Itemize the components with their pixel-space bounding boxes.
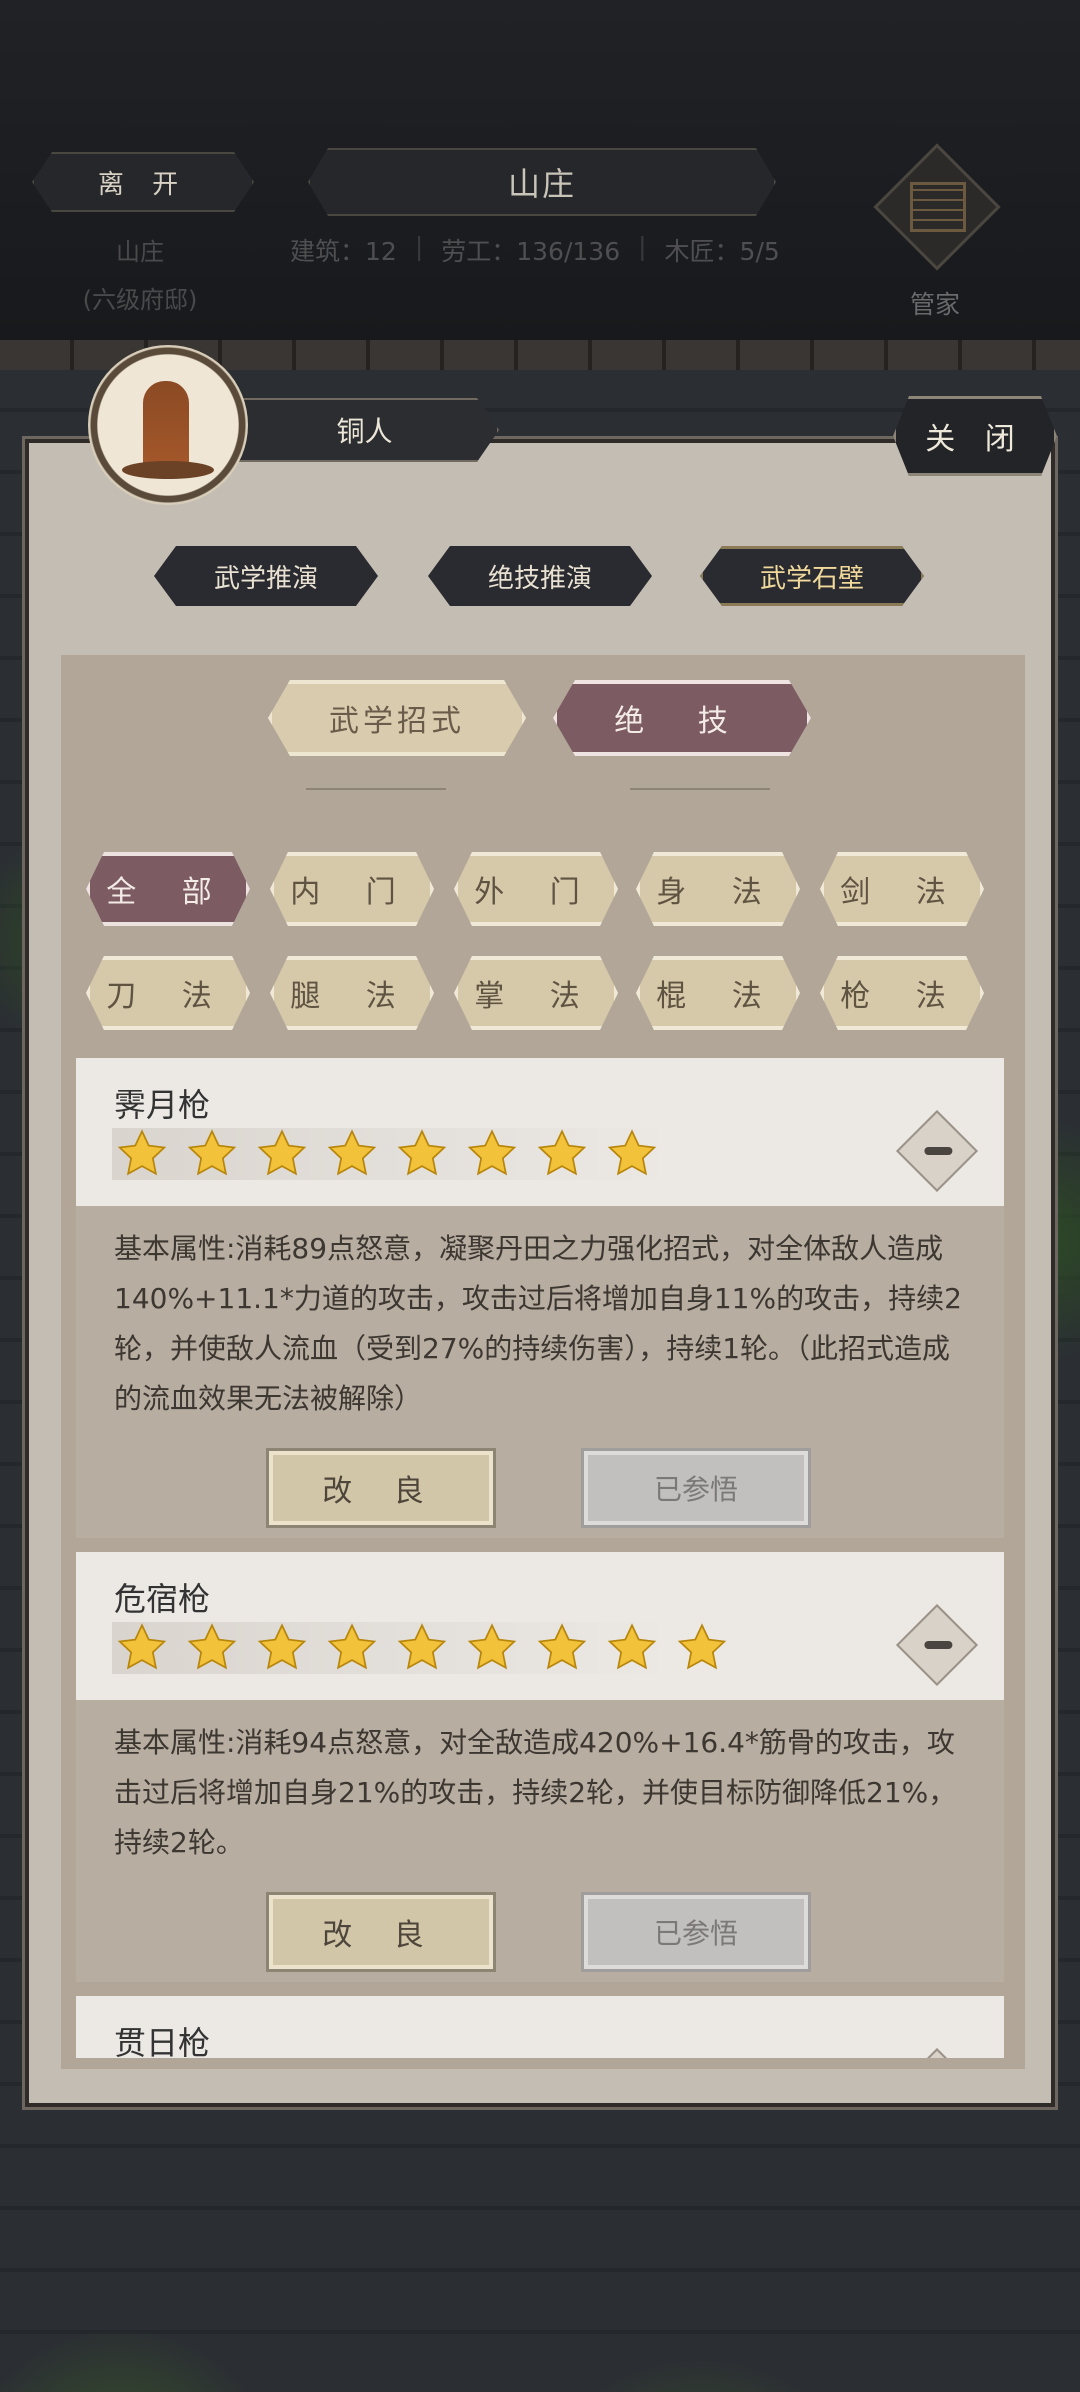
filter-inner[interactable]: 内 门 xyxy=(270,852,434,926)
star-icon xyxy=(606,1622,658,1674)
star-icon xyxy=(116,1128,168,1180)
steward-label: 管家 xyxy=(909,290,960,319)
abacus-icon xyxy=(910,182,966,232)
brush-icon-stroke xyxy=(924,1147,953,1155)
star-icon xyxy=(536,1622,588,1674)
improve-button[interactable]: 改 良 xyxy=(266,1448,496,1528)
skill-card-header: 危宿枪 xyxy=(76,1552,1004,1700)
skill-card: 贯日枪 xyxy=(76,1996,1004,2058)
stat-laborers: 劳工：136/136 xyxy=(441,237,621,266)
star-icon xyxy=(186,1128,238,1180)
location-name: 山庄 xyxy=(116,238,164,266)
stat-separator: | xyxy=(638,232,647,261)
mode-ultimate-skills[interactable]: 绝 技 xyxy=(553,680,811,756)
skill-card: 危宿枪 基本属性:消耗94点怒意，对全敌造成420%+16.4*筋骨的攻击，攻击… xyxy=(76,1552,1004,1982)
star-icon xyxy=(396,1622,448,1674)
star-icon xyxy=(256,1622,308,1674)
improve-button[interactable]: 改 良 xyxy=(266,1892,496,1972)
tab-martial-stone-wall[interactable]: 武学石壁 xyxy=(700,546,924,606)
skill-description: 基本属性:消耗94点怒意，对全敌造成420%+16.4*筋骨的攻击，攻击过后将增… xyxy=(114,1726,957,1859)
resource-stats: 建筑：12 | 劳工：136/136 | 木匠：5/5 xyxy=(290,232,780,268)
tab-martial-deduction[interactable]: 武学推演 xyxy=(154,546,378,606)
brush-icon[interactable] xyxy=(895,1109,979,1193)
filter-palm[interactable]: 掌 法 xyxy=(454,956,618,1030)
star-icon xyxy=(466,1622,518,1674)
steward-button[interactable] xyxy=(873,143,1001,271)
brush-icon-stroke xyxy=(924,1641,953,1649)
skill-name: 贯日枪 xyxy=(114,2024,211,2058)
location-title: 山庄 xyxy=(308,148,776,216)
skill-name: 霁月枪 xyxy=(114,1086,211,1124)
star-icon xyxy=(326,1622,378,1674)
skill-actions: 改 良 已参悟 xyxy=(76,1886,1004,1982)
skill-card-header: 霁月枪 xyxy=(76,1058,1004,1206)
character-name-plate: 铜人 xyxy=(230,398,499,462)
skill-card: 霁月枪 基本属性:消耗89点怒意，凝聚丹田之力强化招式，对全体敌人造成140%+… xyxy=(76,1058,1004,1538)
close-button[interactable]: 关 闭 xyxy=(893,396,1057,476)
filter-spear[interactable]: 枪 法 xyxy=(820,956,984,1030)
star-icon xyxy=(606,1128,658,1180)
comprehended-button[interactable]: 已参悟 xyxy=(581,1448,811,1528)
stat-buildings: 建筑：12 xyxy=(290,237,397,266)
skill-actions: 改 良 已参悟 xyxy=(76,1442,1004,1538)
star-icon xyxy=(676,1622,728,1674)
star-icon xyxy=(256,1128,308,1180)
filter-blade[interactable]: 刀 法 xyxy=(86,956,250,1030)
brush-icon[interactable] xyxy=(895,2047,979,2058)
star-icon xyxy=(186,1622,238,1674)
filter-outer[interactable]: 外 门 xyxy=(454,852,618,926)
location-level: (六级府邸) xyxy=(82,286,198,314)
filter-all[interactable]: 全 部 xyxy=(86,852,250,926)
skill-stars xyxy=(112,1622,727,1674)
filter-leg[interactable]: 腿 法 xyxy=(270,956,434,1030)
skill-list[interactable]: 霁月枪 基本属性:消耗89点怒意，凝聚丹田之力强化招式，对全体敌人造成140%+… xyxy=(76,1058,1004,2058)
filter-sword[interactable]: 剑 法 xyxy=(820,852,984,926)
skill-card-header: 贯日枪 xyxy=(76,1996,1004,2058)
star-icon xyxy=(396,1128,448,1180)
skill-name: 危宿枪 xyxy=(114,1580,211,1618)
skill-stars xyxy=(112,1128,676,1180)
ornament-divider-right xyxy=(630,788,770,790)
star-icon xyxy=(116,1622,168,1674)
star-icon xyxy=(326,1128,378,1180)
avatar-base xyxy=(122,461,214,479)
stat-separator: | xyxy=(414,232,424,261)
comprehended-button[interactable]: 已参悟 xyxy=(581,1892,811,1972)
mode-martial-moves[interactable]: 武学招式 xyxy=(268,680,526,756)
star-icon xyxy=(536,1128,588,1180)
tab-ultimate-deduction[interactable]: 绝技推演 xyxy=(428,546,652,606)
filter-movement[interactable]: 身 法 xyxy=(636,852,800,926)
stat-carpenters: 木匠：5/5 xyxy=(664,237,780,266)
brush-icon[interactable] xyxy=(895,1603,979,1687)
filter-staff[interactable]: 棍 法 xyxy=(636,956,800,1030)
star-icon xyxy=(466,1128,518,1180)
ornament-divider-left xyxy=(306,788,446,790)
leave-button[interactable]: 离 开 xyxy=(32,152,254,212)
character-avatar xyxy=(88,345,248,505)
skill-description: 基本属性:消耗89点怒意，凝聚丹田之力强化招式，对全体敌人造成140%+11.1… xyxy=(114,1232,962,1415)
bronze-man-figure xyxy=(143,381,189,471)
